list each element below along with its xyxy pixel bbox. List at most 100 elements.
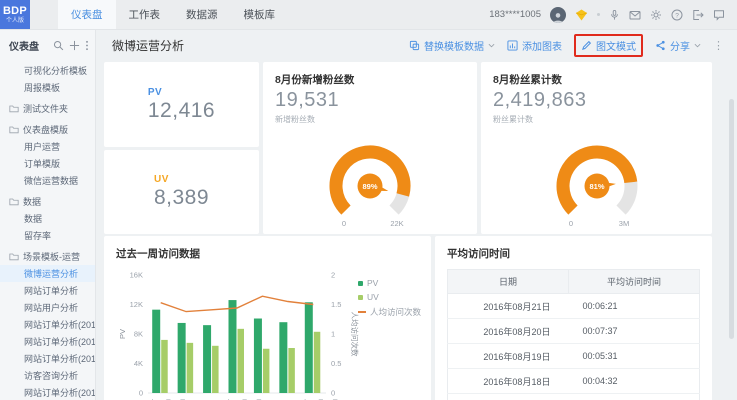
sidebar-item[interactable]: 网站订单分析: [0, 282, 95, 299]
add-chart-button[interactable]: 添加图表: [507, 38, 562, 53]
y-axis-tick: 1: [331, 330, 335, 339]
y-axis-tick: 4K: [134, 359, 143, 368]
uv-bar[interactable]: [288, 348, 295, 393]
sidebar-item-label: 网站订单分析(2016-…: [24, 352, 95, 365]
pencil-icon: [581, 40, 592, 51]
content-header: 微博运营分析 替换模板数据 添加图表 图文模式: [96, 29, 737, 61]
sidebar-item[interactable]: 可视化分析模板: [0, 62, 95, 79]
new-fans-gauge-card[interactable]: 8月份新增粉丝数 19,531 新增粉丝数 89%022K: [263, 62, 477, 234]
table-row[interactable]: 2016年08月18日00:04:32: [448, 369, 700, 394]
sidebar-item-label: 数据: [23, 195, 41, 208]
search-icon[interactable]: [53, 40, 64, 51]
cell-avg-time: 00:05:31: [568, 344, 699, 369]
pv-bar[interactable]: [305, 302, 313, 393]
sidebar-item[interactable]: 测试文件夹: [0, 100, 95, 117]
pv-stat-card[interactable]: PV 12,416: [104, 62, 259, 147]
sidebar-item[interactable]: 仪表盘模版: [0, 121, 95, 138]
add-chart-label: 添加图表: [522, 38, 562, 53]
total-fans-gauge-card[interactable]: 8月粉丝累计数 2,419,863 粉丝累计数 81%03M: [481, 62, 712, 234]
nav-tab-2[interactable]: 数据源: [173, 0, 231, 29]
help-icon[interactable]: ?: [671, 9, 683, 21]
sidebar-item-label: 网站订单分析(2016-…: [24, 335, 95, 348]
page-title: 微博运营分析: [112, 37, 184, 54]
pv-bar[interactable]: [152, 310, 160, 393]
uv-bar[interactable]: [238, 329, 245, 393]
navbar-right: 183****1005 ?: [489, 0, 737, 29]
nav-tab-3[interactable]: 模板库: [231, 0, 289, 29]
replace-template-button[interactable]: 替换模板数据: [409, 38, 495, 53]
gauge-subtitle: 新增粉丝数: [275, 114, 465, 125]
avatar[interactable]: [550, 7, 566, 23]
uv-stat-card[interactable]: UV 8,389: [104, 150, 259, 234]
sidebar-item[interactable]: 周报模板: [0, 79, 95, 96]
sidebar-item[interactable]: 网站订单分析(2016-…: [0, 333, 95, 350]
sidebar-item[interactable]: 网站订单分析(2016-…: [0, 384, 95, 400]
sidebar-item-label: 订单模版: [24, 157, 60, 170]
avg-visits-line[interactable]: [161, 296, 314, 311]
settings-gear-icon[interactable]: [650, 9, 662, 21]
sidebar-item[interactable]: 数据: [0, 193, 95, 210]
table-row[interactable]: 2016年08月21日00:06:21: [448, 294, 700, 319]
avg-visit-time-table-card[interactable]: 平均访问时间 日期 平均访问时间 2016年08月21日00:06:212016…: [435, 236, 712, 400]
more-vertical-icon[interactable]: [85, 40, 89, 51]
sidebar-item[interactable]: 数据: [0, 210, 95, 227]
folder-icon: [9, 125, 19, 134]
pv-bar[interactable]: [178, 323, 186, 393]
table-row[interactable]: 2016年08月19日00:05:31: [448, 344, 700, 369]
table-row[interactable]: 2016年08月20日00:07:37: [448, 319, 700, 344]
sidebar-item-label: 访客咨询分析: [24, 369, 78, 382]
uv-label: UV: [154, 174, 209, 185]
legend-label: PV: [367, 278, 378, 288]
uv-bar[interactable]: [161, 340, 168, 393]
uv-bar[interactable]: [263, 349, 270, 393]
sidebar-item[interactable]: 网站用户分析: [0, 299, 95, 316]
weekly-visits-chart-card[interactable]: 过去一周访问数据 04K8K12K16K00.511.522016年08月15日…: [104, 236, 431, 400]
legend-item[interactable]: 人均访问次数: [358, 306, 421, 318]
mail-icon[interactable]: [629, 9, 641, 21]
gauge-max-label: 3M: [618, 219, 628, 228]
vertical-scrollbar[interactable]: [729, 99, 734, 339]
legend-item[interactable]: PV: [358, 278, 421, 288]
sidebar-item[interactable]: 用户运营: [0, 138, 95, 155]
toolbar-more-icon[interactable]: ⋮: [713, 39, 725, 52]
sidebar-item[interactable]: 网站订单分析(2016-…: [0, 316, 95, 333]
toolbar: 替换模板数据 添加图表 图文模式: [409, 34, 725, 57]
pv-bar[interactable]: [203, 325, 211, 393]
logout-icon[interactable]: [692, 9, 704, 21]
bdp-logo[interactable]: BDP 个人版: [0, 0, 30, 29]
gauge-chart: 89%022K: [295, 134, 445, 232]
uv-bar[interactable]: [314, 332, 321, 393]
sidebar-list: 可视化分析模板周报模板测试文件夹仪表盘模版用户运营订单模版微信运营数据数据数据留…: [0, 62, 95, 400]
gauge-chart: 81%03M: [522, 134, 672, 232]
uv-bar[interactable]: [212, 346, 219, 393]
uv-bar[interactable]: [187, 343, 194, 393]
sidebar-item[interactable]: 微信运营数据: [0, 172, 95, 189]
add-dashboard-icon[interactable]: [69, 40, 80, 51]
sidebar-item[interactable]: 访客咨询分析: [0, 367, 95, 384]
pv-bar[interactable]: [254, 319, 262, 393]
sidebar-item[interactable]: 订单模版: [0, 155, 95, 172]
nav-tab-0[interactable]: 仪表盘: [58, 0, 116, 29]
sidebar-item[interactable]: 场景模板-运营: [0, 248, 95, 265]
folder-icon: [9, 252, 19, 261]
sidebar-item-label: 测试文件夹: [23, 102, 68, 115]
pv-bar[interactable]: [229, 300, 237, 393]
main-content: 微博运营分析 替换模板数据 添加图表 图文模式: [96, 29, 737, 400]
sidebar-item[interactable]: 网站订单分析(2016-…: [0, 350, 95, 367]
sidebar-item-active[interactable]: 微博运营分析: [0, 265, 95, 282]
nav-tab-1[interactable]: 工作表: [116, 0, 174, 29]
sidebar-item[interactable]: 留存率: [0, 227, 95, 244]
text-mode-button[interactable]: 图文模式: [581, 38, 636, 53]
pv-bar[interactable]: [279, 322, 287, 393]
share-button[interactable]: 分享: [655, 38, 701, 53]
pv-value: 12,416: [148, 99, 215, 123]
feedback-chat-icon[interactable]: [713, 9, 725, 21]
legend-item[interactable]: UV: [358, 292, 421, 302]
vip-diamond-icon[interactable]: [575, 9, 588, 21]
sidebar-item-label: 周报模板: [24, 81, 60, 94]
logo-text: BDP: [3, 6, 27, 17]
table-row[interactable]: 2016年08月17日00:07:57: [448, 394, 700, 400]
notification-icon[interactable]: [609, 9, 620, 21]
y-axis-tick: 0: [331, 389, 335, 398]
sidebar-item-label: 网站订单分析(2016-…: [24, 386, 95, 399]
